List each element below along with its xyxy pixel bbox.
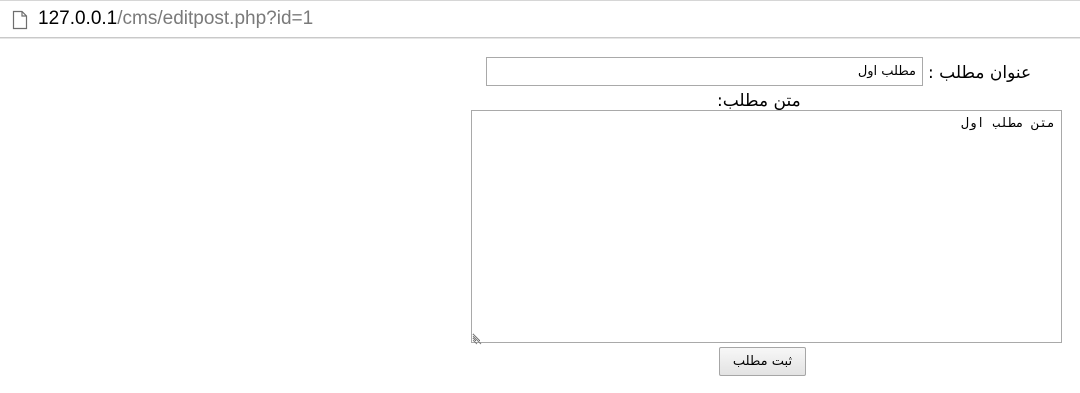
body-textarea[interactable]: متن مطلب اول	[471, 110, 1062, 343]
edit-post-form: عنوان مطلب : متن مطلب: متن مطلب اول ثبت …	[0, 38, 1080, 393]
browser-address-bar: 127.0.0.1/cms/editpost.php?id=1	[0, 0, 1080, 38]
url-host: 127.0.0.1	[38, 8, 118, 29]
body-label: متن مطلب:	[717, 91, 801, 111]
submit-button[interactable]: ثبت مطلب	[719, 347, 806, 376]
url-field[interactable]: 127.0.0.1/cms/editpost.php?id=1	[38, 7, 313, 31]
url-path: /cms/editpost.php?id=1	[117, 8, 314, 29]
resize-grip-icon[interactable]	[472, 330, 484, 345]
page-icon	[11, 10, 29, 30]
title-input[interactable]	[486, 57, 923, 86]
title-label: عنوان مطلب :	[928, 63, 1032, 83]
